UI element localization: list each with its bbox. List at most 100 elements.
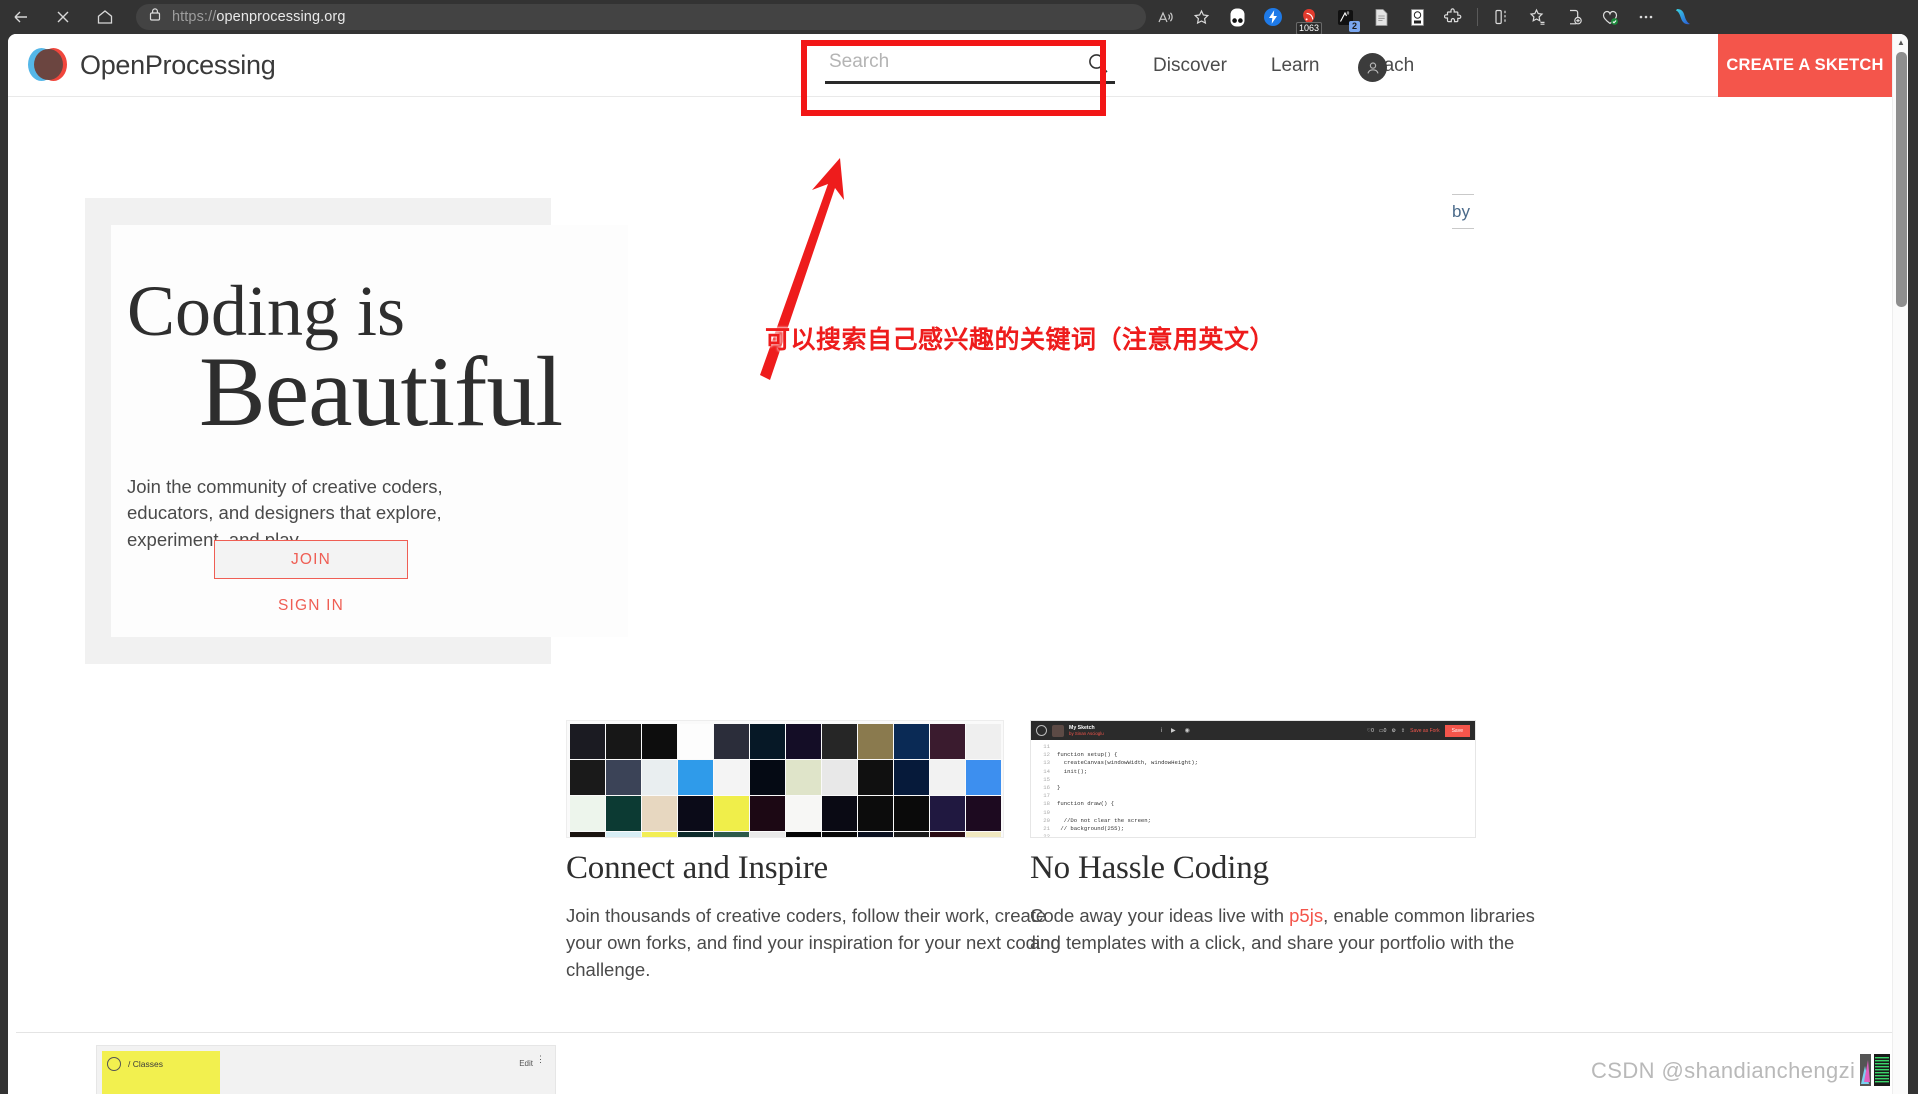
gallery-thumbnail[interactable]	[750, 760, 785, 795]
gallery-thumbnail[interactable]	[822, 796, 857, 831]
create-sketch-button[interactable]: CREATE A SKETCH	[1718, 34, 1892, 97]
scrollbar-thumb[interactable]	[1896, 52, 1907, 307]
editor-save-button[interactable]: Save	[1444, 724, 1470, 737]
gallery-thumbnail[interactable]	[822, 760, 857, 795]
classes-more-icon[interactable]: ⋮	[536, 1055, 545, 1064]
search-input[interactable]	[825, 46, 1115, 84]
page-scrollbar[interactable]: ▲	[1892, 34, 1908, 1094]
gallery-thumbnail[interactable]	[786, 832, 821, 837]
code-line-text: createCanvas(windowWidth, windowHeight);	[1063, 759, 1198, 767]
gallery-thumbnail[interactable]	[930, 796, 965, 831]
address-bar[interactable]: https://openprocessing.org	[136, 4, 1146, 30]
gallery-thumbnail[interactable]	[642, 724, 677, 759]
extension-oo-icon[interactable]	[1220, 0, 1254, 34]
editor-settings-icon[interactable]: ⚙	[1391, 728, 1395, 734]
gallery-thumbnail[interactable]	[894, 724, 929, 759]
qr-extension-icon[interactable]	[1400, 0, 1434, 34]
gallery-thumbnail[interactable]	[858, 760, 893, 795]
gallery-thumbnail[interactable]	[786, 724, 821, 759]
gallery-thumbnail[interactable]	[678, 832, 713, 837]
code-line-text: // background(255);	[1057, 825, 1125, 833]
gallery-thumbnail[interactable]	[714, 796, 749, 831]
add-to-collections-icon[interactable]	[1557, 0, 1591, 34]
site-logo[interactable]: OpenProcessing	[28, 46, 276, 85]
editor-code-area[interactable]: 11 12 function setup() {13 createCanvas(wi…	[1031, 740, 1475, 837]
editor-like-icon[interactable]: ♡0	[1367, 728, 1374, 734]
lightning-extension-icon[interactable]	[1256, 0, 1290, 34]
translate-extension-icon[interactable]: # 2	[1328, 0, 1362, 34]
performance-heart-icon[interactable]	[1593, 0, 1627, 34]
editor-info-icon[interactable]: i	[1161, 728, 1162, 734]
gallery-thumbnail[interactable]	[642, 796, 677, 831]
gallery-thumbnail[interactable]	[750, 724, 785, 759]
gallery-thumbnail[interactable]	[714, 724, 749, 759]
nav-link-teach[interactable]: Teach	[1342, 55, 1437, 77]
gallery-thumbnail[interactable]	[966, 796, 1001, 831]
split-screen-icon[interactable]	[1485, 0, 1519, 34]
settings-more-icon[interactable]	[1629, 0, 1663, 34]
gallery-thumbnail[interactable]	[858, 832, 893, 837]
gallery-thumbnail[interactable]	[894, 760, 929, 795]
back-button[interactable]	[0, 0, 42, 34]
gallery-thumbnail[interactable]	[678, 796, 713, 831]
gallery-thumbnail[interactable]	[714, 760, 749, 795]
gallery-thumbnail[interactable]	[930, 760, 965, 795]
editor-share-icon[interactable]: ⇪	[1401, 728, 1405, 734]
gallery-thumbnail[interactable]	[786, 796, 821, 831]
gallery-thumbnail[interactable]	[930, 724, 965, 759]
document-extension-icon[interactable]	[1364, 0, 1398, 34]
gallery-thumbnail[interactable]	[642, 760, 677, 795]
nav-link-discover[interactable]: Discover	[1131, 55, 1249, 77]
gallery-thumbnail[interactable]	[966, 832, 1001, 837]
gallery-thumbnail[interactable]	[606, 832, 641, 837]
gallery-preview-panel[interactable]	[566, 720, 1004, 838]
rss-counter-icon[interactable]: 1063	[1292, 0, 1326, 35]
gallery-thumbnail[interactable]	[894, 832, 929, 837]
editor-play-icon[interactable]: ▶	[1171, 727, 1176, 734]
gallery-thumbnail[interactable]	[570, 796, 605, 831]
sign-in-link[interactable]: SIGN IN	[214, 597, 408, 615]
gallery-thumbnail[interactable]	[786, 760, 821, 795]
classes-preview-panel[interactable]: / Classes Edit ⋮	[96, 1045, 556, 1094]
gallery-thumbnail[interactable]	[858, 724, 893, 759]
gallery-thumbnail[interactable]	[750, 796, 785, 831]
gallery-thumbnail[interactable]	[678, 760, 713, 795]
gallery-thumbnail[interactable]	[606, 796, 641, 831]
copilot-icon[interactable]	[1665, 0, 1699, 34]
puzzle-extensions-icon[interactable]	[1436, 0, 1470, 34]
gallery-thumbnail[interactable]	[894, 796, 929, 831]
p5js-link[interactable]: p5js	[1289, 905, 1323, 926]
gallery-thumbnail[interactable]	[966, 760, 1001, 795]
read-aloud-icon[interactable]	[1148, 0, 1182, 34]
gallery-thumbnail[interactable]	[750, 832, 785, 837]
classes-edit-button[interactable]: Edit	[519, 1059, 533, 1068]
gallery-thumbnail[interactable]	[822, 832, 857, 837]
gallery-thumbnail[interactable]	[606, 760, 641, 795]
home-button[interactable]	[84, 0, 126, 34]
gallery-thumbnail[interactable]	[822, 724, 857, 759]
scrollbar-up-arrow[interactable]: ▲	[1893, 34, 1908, 50]
editor-preview-eye-icon[interactable]: ◉	[1185, 727, 1190, 734]
gallery-thumbnail[interactable]	[930, 832, 965, 837]
avatar[interactable]	[1358, 53, 1387, 82]
gallery-thumbnail[interactable]	[642, 832, 677, 837]
nav-link-learn[interactable]: Learn	[1249, 55, 1342, 77]
gallery-thumbnail[interactable]	[570, 832, 605, 837]
openprocessing-logo-icon	[28, 46, 67, 85]
favorite-star-icon[interactable]	[1184, 0, 1218, 34]
gallery-thumbnail[interactable]	[570, 760, 605, 795]
search-icon[interactable]	[1086, 51, 1111, 81]
join-button[interactable]: JOIN	[214, 540, 408, 579]
gallery-thumbnail[interactable]	[570, 724, 605, 759]
stop-loading-button[interactable]	[42, 0, 84, 34]
gallery-thumbnail[interactable]	[678, 724, 713, 759]
gallery-thumbnail[interactable]	[858, 796, 893, 831]
editor-comment-icon[interactable]: ▭0	[1379, 728, 1387, 734]
gallery-thumbnail[interactable]	[606, 724, 641, 759]
collections-icon[interactable]	[1521, 0, 1555, 34]
gallery-thumbnail[interactable]	[714, 832, 749, 837]
search-box[interactable]	[825, 46, 1115, 92]
editor-preview-panel[interactable]: My Sketch by Sinan Ascioglu i ▶ ◉ ♡0 ▭0 …	[1030, 720, 1476, 838]
editor-save-as-fork-button[interactable]: Save as Fork	[1410, 728, 1439, 734]
gallery-thumbnail[interactable]	[966, 724, 1001, 759]
